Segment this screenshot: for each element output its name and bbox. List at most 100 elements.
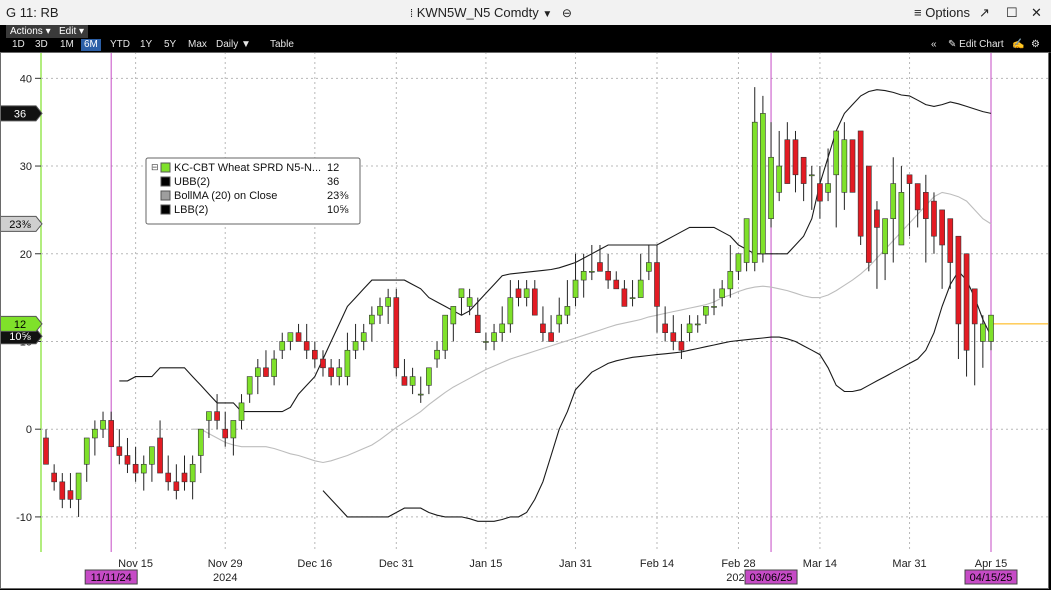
candle-up — [92, 428, 98, 439]
settings-icon[interactable]: ⚙ — [1031, 39, 1040, 51]
candle-up — [588, 270, 595, 273]
x-tick-label: Nov 15 — [118, 558, 153, 570]
candle-up — [743, 218, 750, 263]
y-value-tag-label: 10⅝ — [9, 331, 31, 343]
link-icon[interactable]: ⊖ — [562, 6, 572, 20]
candle-down — [971, 288, 978, 325]
legend-value: 10⅝ — [327, 204, 349, 216]
x-tick-label: Dec 31 — [379, 558, 414, 570]
candle-up — [287, 332, 294, 342]
actions-label: Actions — [10, 26, 43, 37]
candle-up — [279, 341, 286, 351]
chevron-down-icon: ▼ — [542, 9, 553, 20]
candle-up — [434, 349, 440, 360]
legend-label: KC-CBT Wheat SPRD N5-N... — [174, 162, 321, 174]
candle-down — [939, 209, 945, 246]
candle-down — [474, 314, 481, 334]
legend[interactable]: KC-CBT Wheat SPRD N5-N... 12 UBB(2) 36 BollM… — [145, 157, 361, 225]
candle-up — [882, 218, 888, 255]
maximize-icon[interactable]: ☐ — [1006, 5, 1018, 21]
range-6m[interactable]: 6M — [81, 39, 101, 51]
range-5y[interactable]: 5Y — [161, 39, 179, 51]
edit-label: Edit — [59, 26, 77, 37]
candle-up — [230, 420, 237, 439]
actions-menu[interactable]: Actions ▾ — [6, 25, 55, 38]
candle-down — [263, 367, 269, 377]
x-tick-label: Mar 31 — [892, 558, 926, 570]
range-ytd[interactable]: YTD — [107, 39, 133, 51]
range-max[interactable]: Max — [185, 39, 210, 51]
security-title: KWN5W_N5 Comdty — [416, 5, 539, 20]
candle-up — [580, 270, 587, 281]
range-1d[interactable]: 1D — [9, 39, 28, 51]
legend-label: LBB(2) — [174, 204, 208, 216]
candle-up — [75, 472, 82, 500]
candle-up — [629, 297, 636, 299]
y-tick-label: -10 — [16, 512, 32, 524]
candle-up — [360, 332, 367, 342]
legend-collapse-icon: ⊟ — [151, 162, 159, 172]
candle-up — [637, 279, 644, 298]
candle-down — [165, 472, 172, 483]
candle-down — [328, 367, 334, 377]
edit-chart-label: Edit Chart — [959, 39, 1004, 50]
edit-chart-button[interactable]: ✎ Edit Chart — [948, 39, 1004, 51]
title-bar: G 11: RB ⁞ KWN5W_N5 Comdty ▼ ⊖ ≡ Options… — [0, 0, 1051, 26]
candle-up — [450, 306, 457, 325]
edit-menu[interactable]: Edit ▾ — [55, 25, 89, 38]
candle-up — [458, 288, 465, 298]
popout-icon[interactable]: ↗ — [979, 5, 990, 21]
candle-down — [849, 139, 856, 193]
candle-down — [181, 472, 188, 483]
legend-value: 36 — [327, 176, 339, 188]
candle-up — [344, 349, 351, 377]
candle-up — [760, 113, 766, 255]
close-icon[interactable]: ✕ — [1031, 5, 1042, 21]
candle-up — [646, 262, 652, 272]
candle-up — [83, 437, 90, 465]
candle-up — [694, 323, 701, 326]
x-tick-label: Jan 15 — [469, 558, 502, 570]
range-3d[interactable]: 3D — [32, 39, 51, 51]
security-dropdown[interactable]: ⁞ KWN5W_N5 Comdty ▼ ⊖ — [410, 5, 572, 20]
candle-down — [923, 192, 929, 219]
candle-down — [320, 358, 326, 369]
candle-up — [491, 332, 497, 342]
chart-area[interactable]: -100102030403623⅜10⅝12 Nov 15Nov 29Dec 1… — [0, 52, 1049, 589]
candle-down — [662, 323, 668, 334]
y-value-tag-label: 36 — [14, 108, 26, 120]
candle-down — [678, 341, 685, 351]
date-marker-label: 04/15/25 — [970, 572, 1013, 584]
hamburger-icon: ≡ — [914, 5, 922, 20]
candle-up — [719, 288, 725, 298]
candle-up — [499, 323, 506, 334]
candle-down — [67, 490, 74, 500]
candle-up — [385, 297, 391, 307]
y-value-tag-label: 23⅜ — [9, 219, 31, 231]
y-tick-label: 20 — [20, 249, 32, 261]
collapse-icon[interactable]: « — [931, 39, 937, 51]
candle-up — [980, 323, 986, 342]
range-1m[interactable]: 1M — [57, 39, 77, 51]
x-tick-label: Apr 15 — [975, 558, 1007, 570]
candle-up — [352, 341, 359, 351]
date-marker-label: 03/06/25 — [750, 572, 793, 584]
candle-up — [140, 463, 147, 474]
candle-down — [654, 262, 660, 307]
candle-up — [149, 446, 155, 465]
candle-up — [523, 288, 530, 298]
candle-down — [947, 218, 954, 263]
annotate-icon[interactable]: ✍ — [1012, 39, 1024, 51]
year-label: 2024 — [213, 572, 237, 584]
table-button[interactable]: Table — [267, 39, 297, 51]
candle-up — [825, 183, 831, 193]
candle-up — [507, 297, 514, 325]
frequency-dropdown[interactable]: Daily ▼ — [213, 39, 254, 51]
candle-up — [711, 306, 717, 308]
range-1y[interactable]: 1Y — [137, 39, 155, 51]
x-tick-label: Feb 28 — [721, 558, 755, 570]
candle-down — [401, 376, 408, 386]
candle-down — [303, 341, 310, 351]
legend-value: 23⅜ — [327, 190, 349, 202]
options-menu[interactable]: ≡ Options — [914, 5, 970, 20]
